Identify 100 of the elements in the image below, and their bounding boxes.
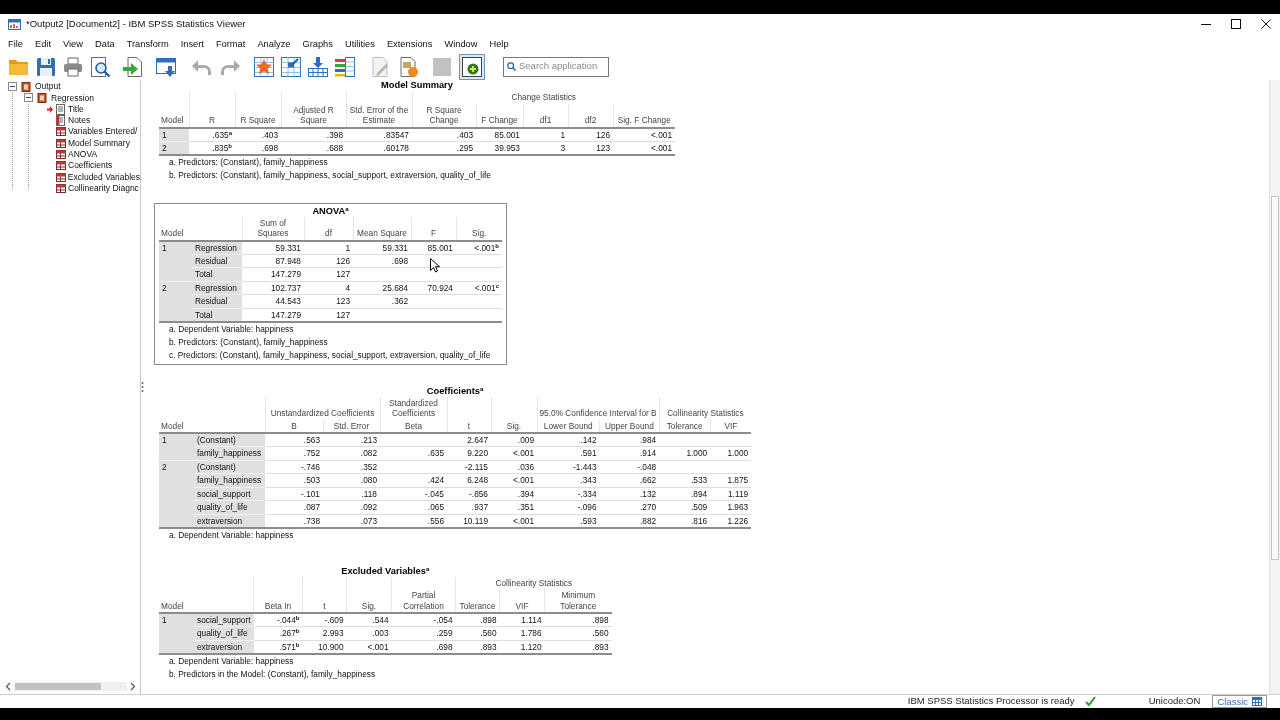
column-header: Sum of Squares [242, 216, 304, 241]
tree-item[interactable]: Notes [68, 114, 91, 127]
document-circle-icon[interactable] [398, 55, 420, 78]
notes-icon [55, 115, 66, 127]
table-title: Model Summary [381, 80, 453, 90]
status-message: IBM SPSS Statistics Processor is ready [907, 694, 1075, 709]
menu-item[interactable]: Insert [174, 36, 210, 51]
table-title: Coefficients$^{a}$ [426, 385, 484, 396]
document-arrow-icon[interactable] [122, 55, 144, 78]
output-item[interactable] [154, 202, 507, 365]
menu-item[interactable]: Analyze [251, 36, 297, 51]
footnote: b. Predictors: (Constant), family_happiness, social_support, extraversion, quality_of_life [168, 168, 492, 182]
column-group-header: Collinearity Statistics [659, 396, 752, 420]
column-header: R [189, 91, 235, 128]
encoding-status: Unicode:ON [1148, 694, 1201, 709]
menu-item[interactable]: Utilities [338, 36, 381, 51]
search-icon [507, 61, 516, 72]
tree-item[interactable]: Variables Entered/ [68, 125, 138, 139]
column-header: Model [159, 216, 242, 241]
column-header: Mean Square [353, 216, 411, 241]
table-icon [55, 126, 66, 138]
page-icon [55, 103, 66, 115]
column-header: R Square Change [412, 103, 476, 128]
column-header: Adjusted R Square [281, 91, 346, 128]
table-icon [55, 137, 66, 149]
column-group-header: Unstandardized Coefficients [265, 396, 380, 420]
model-number: 1 [159, 240, 192, 281]
column-group-header: 95.0% Confidence Interval for B [537, 396, 660, 420]
bars-grid-icon[interactable] [334, 55, 356, 78]
menu-item[interactable]: File [2, 36, 29, 51]
column-header: df1 [523, 103, 568, 128]
mouse-pointer-icon [430, 258, 440, 273]
column-header: VIF [710, 419, 752, 433]
menu-item[interactable]: Transform [120, 36, 175, 51]
tree-item[interactable]: Output [35, 80, 61, 94]
column-group-header: Change Statistics [412, 91, 675, 104]
column-header: t [302, 576, 347, 613]
menu-item[interactable]: Format [209, 36, 252, 51]
column-header: VIF [499, 589, 545, 613]
column-header: Sig. [456, 216, 502, 241]
column-group-header: Collinearity Statistics [455, 576, 612, 589]
scrollbar-thumb[interactable] [1271, 196, 1279, 560]
menu-item[interactable]: View [57, 36, 89, 51]
footnote: a. Dependent Variable: happiness [168, 322, 295, 336]
tree-item[interactable]: Model Summary [68, 136, 130, 150]
scrollbar-track[interactable] [1269, 80, 1280, 694]
scrollbar-track[interactable] [14, 682, 127, 691]
column-header: Minimum Tolerance [544, 589, 612, 613]
grid-icon [1252, 697, 1262, 706]
splitter-handle-icon[interactable] [141, 381, 144, 393]
menu-item[interactable]: Data [89, 36, 121, 51]
magnifier-page-icon[interactable] [89, 55, 111, 78]
tree-item[interactable]: ANOVA [68, 148, 98, 161]
maximize-icon[interactable] [1231, 19, 1241, 29]
column-header: df2 [568, 103, 613, 128]
column-header: Std. Error [323, 419, 380, 433]
search-field[interactable]: Search application [503, 56, 609, 77]
scroll-left-icon[interactable] [5, 682, 11, 691]
column-header: R Square [235, 91, 281, 128]
star-grid-icon[interactable] [253, 55, 275, 78]
model-number: 2 [159, 281, 192, 322]
model-number: 1 [159, 613, 194, 654]
column-header: Tolerance [455, 589, 500, 613]
column-header: Lower Bound [537, 419, 600, 433]
column-header: Beta In [253, 576, 303, 613]
footnote: b. Predictors in the Model: (Constant), family_happiness [168, 667, 377, 681]
column-header: Sig. [491, 396, 537, 433]
menu-item[interactable]: Edit [29, 36, 57, 51]
tree-item[interactable]: Regression [51, 91, 94, 105]
table-title: Excluded Variables$^{a}$ [341, 565, 430, 576]
collapse-icon[interactable] [8, 82, 17, 92]
window-arrow-icon[interactable] [155, 55, 177, 78]
tree-item[interactable]: Collinearity Diagnc [68, 181, 139, 195]
model-number: 2 [159, 460, 194, 528]
book-icon [37, 92, 47, 103]
grid-arrow-icon[interactable] [280, 55, 302, 78]
column-header: F Change [476, 103, 523, 128]
close-icon[interactable] [1261, 19, 1271, 29]
column-header: Model [159, 576, 254, 613]
view-mode-button[interactable]: Classic [1212, 695, 1267, 708]
printer-icon[interactable] [62, 55, 84, 78]
column-group-header: Standardized Coefficients [380, 396, 447, 420]
collapse-icon[interactable] [24, 93, 33, 103]
tree-item[interactable]: Excluded Variables [67, 170, 140, 184]
scrollbar-thumb[interactable] [15, 683, 101, 690]
menu-item[interactable]: Window [438, 36, 484, 51]
tree-item[interactable]: Coefficients [68, 159, 113, 173]
table-icon [55, 182, 66, 194]
menu-item[interactable]: Extensions [380, 36, 439, 51]
scroll-right-icon[interactable] [130, 682, 136, 691]
tree-item[interactable]: Title [68, 102, 84, 116]
save-icon[interactable] [35, 55, 57, 78]
menu-item[interactable]: Graphs [296, 36, 339, 51]
footnote: a. Dependent Variable: happiness [168, 654, 295, 668]
footnote: c. Predictors: (Constant), family_happiness, social_support, extraversion, quality_of_life [168, 348, 492, 362]
book-icon [21, 81, 31, 92]
column-header: Upper Bound [599, 419, 660, 433]
check-icon [1084, 696, 1096, 707]
menu-item[interactable]: Help [483, 36, 515, 51]
download-grid-icon[interactable] [307, 55, 329, 78]
